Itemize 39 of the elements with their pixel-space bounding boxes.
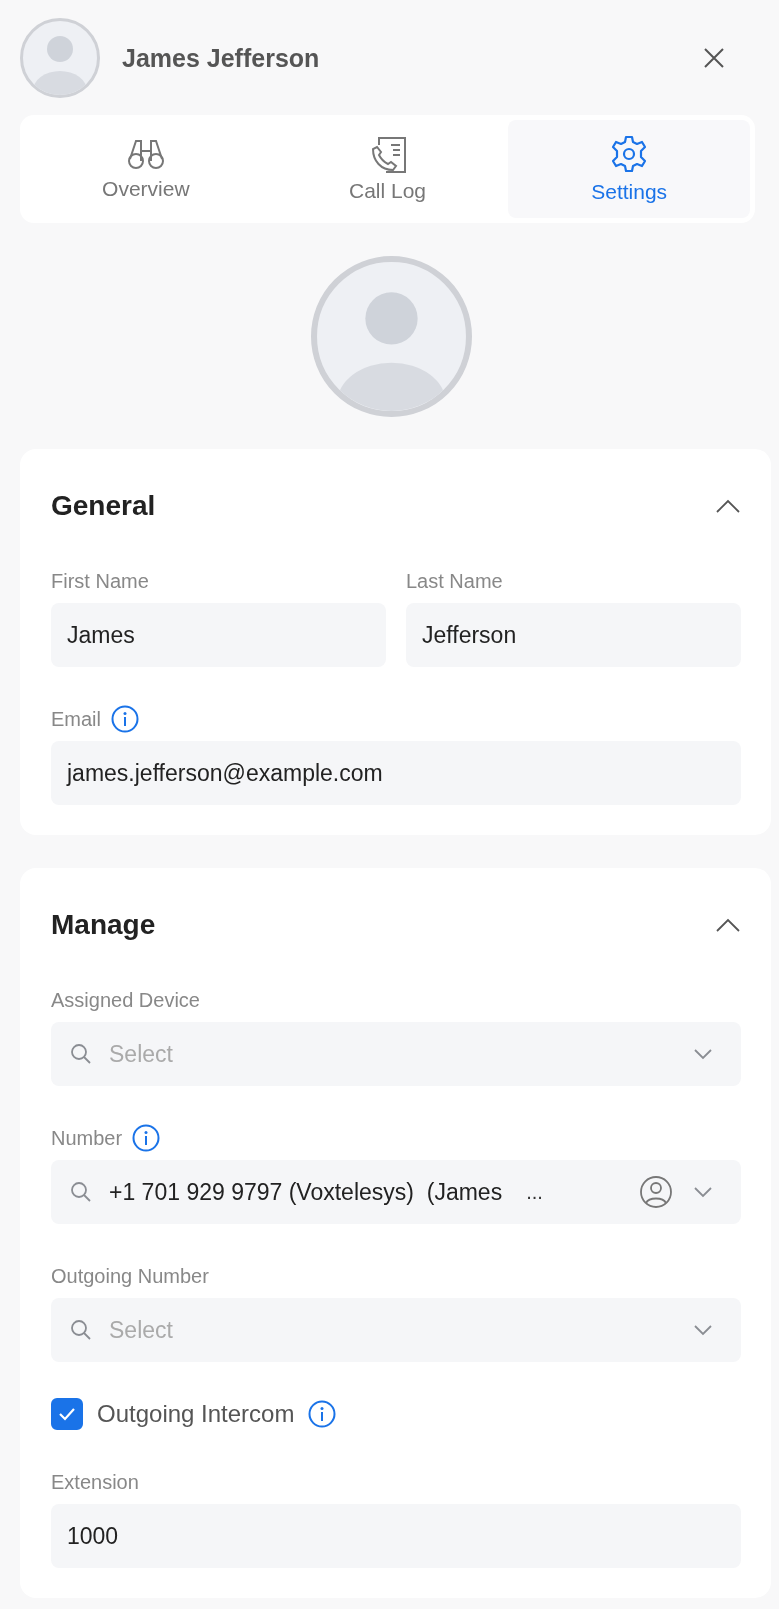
more-text: ... [526, 1180, 543, 1204]
field-label: Number [51, 1126, 123, 1150]
field-label: Email [51, 707, 101, 731]
checkbox[interactable] [51, 1398, 83, 1430]
contact-name: James Jefferson [122, 43, 320, 73]
search-icon [69, 1042, 93, 1066]
search-icon [69, 1318, 93, 1342]
search-icon [69, 1180, 93, 1204]
person-icon[interactable] [639, 1175, 673, 1209]
chevron-down-icon[interactable] [693, 1324, 713, 1336]
info-icon[interactable] [132, 1124, 161, 1152]
input-field[interactable]: Jefferson [406, 603, 741, 667]
tab[interactable]: Overview [25, 120, 267, 218]
selected-value: +1 701 929 9797 (Voxtelesys) (James [109, 1178, 503, 1206]
chevron-up-icon[interactable] [715, 917, 741, 933]
placeholder: Select [109, 1040, 173, 1068]
tab[interactable]: Settings [508, 120, 750, 218]
field-label: Extension [51, 1470, 139, 1494]
input-field[interactable]: James [51, 603, 386, 667]
close-icon[interactable] [703, 47, 725, 69]
field-label: Assigned Device [51, 988, 200, 1012]
input-field[interactable]: james.jefferson@example.com [51, 741, 741, 805]
chevron-up-icon[interactable] [715, 498, 741, 514]
tab[interactable]: Call Log [266, 120, 509, 218]
section-title: General [51, 490, 156, 522]
chevron-down-icon[interactable] [693, 1186, 713, 1198]
input-field[interactable]: 1000 [51, 1504, 741, 1568]
check-icon [58, 1407, 76, 1421]
select-field[interactable]: +1 701 929 9797 (Voxtelesys) (James ... [51, 1160, 741, 1224]
field-label: First Name [51, 569, 149, 593]
field-label: Last Name [406, 569, 503, 593]
placeholder: Select [109, 1316, 173, 1344]
field-label: Outgoing Number [51, 1264, 209, 1288]
info-icon[interactable] [111, 705, 139, 733]
binoculars-icon [125, 137, 166, 171]
checkbox-label: Outgoing Intercom [97, 1400, 295, 1428]
section-title: Manage [51, 909, 156, 941]
chevron-down-icon[interactable] [693, 1048, 713, 1060]
info-icon[interactable] [308, 1400, 337, 1428]
